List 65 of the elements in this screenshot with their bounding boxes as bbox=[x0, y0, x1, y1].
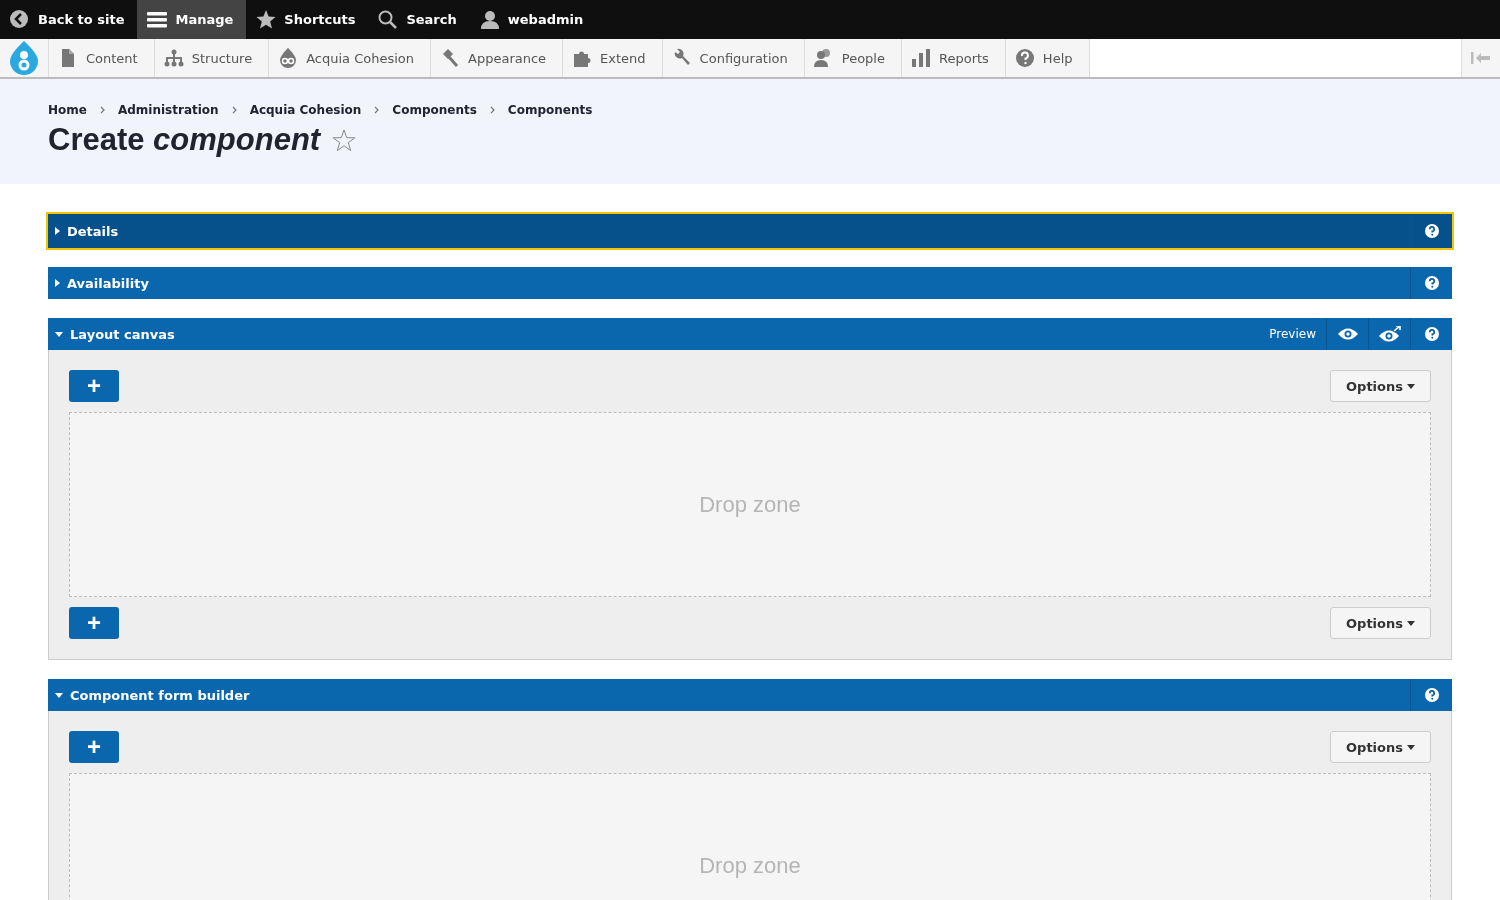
add-button[interactable]: + bbox=[69, 731, 119, 763]
bar-chart-icon bbox=[911, 48, 931, 68]
menu-link[interactable]: Appearance bbox=[431, 39, 564, 77]
section-header[interactable]: Availability bbox=[48, 267, 1452, 299]
breadcrumb-link[interactable]: Administration bbox=[117, 103, 219, 117]
section-header[interactable]: Details bbox=[48, 214, 1452, 248]
chevron-icon bbox=[99, 106, 105, 114]
toolbar-tab[interactable]: Back to site bbox=[0, 0, 138, 39]
breadcrumb-link[interactable]: Components bbox=[507, 103, 593, 117]
caret-right-icon bbox=[55, 227, 60, 235]
back-icon bbox=[10, 9, 30, 30]
section-title: Availability bbox=[67, 275, 149, 291]
section-title: Details bbox=[67, 223, 119, 239]
help-icon[interactable] bbox=[1424, 327, 1439, 341]
drop-logo-icon[interactable] bbox=[9, 41, 39, 75]
help-icon[interactable] bbox=[1424, 688, 1439, 702]
section-title: Component form builder bbox=[70, 687, 250, 703]
caret-icon bbox=[1407, 620, 1415, 626]
toolbar-tab[interactable]: Manage bbox=[137, 0, 247, 39]
section-header[interactable]: Component form builder bbox=[48, 679, 1452, 711]
help-icon bbox=[1014, 48, 1035, 68]
menu-link[interactable]: Acquia Cohesion bbox=[269, 39, 432, 77]
preview-label: Preview bbox=[1268, 326, 1317, 343]
chevron-icon bbox=[489, 106, 495, 114]
menu-link[interactable]: Configuration bbox=[662, 39, 805, 77]
caret-icon bbox=[1407, 744, 1415, 750]
chevron-icon bbox=[231, 106, 237, 114]
caret-down-icon bbox=[55, 692, 63, 698]
add-button[interactable]: + bbox=[69, 607, 119, 639]
help-icon[interactable] bbox=[1424, 276, 1439, 290]
menu-link[interactable]: People bbox=[804, 39, 902, 77]
caret-right-icon bbox=[55, 279, 60, 287]
drop-zone-label: Drop zone bbox=[699, 852, 801, 879]
menu-link[interactable]: Help bbox=[1005, 39, 1090, 77]
star-icon bbox=[256, 9, 277, 30]
star-icon[interactable] bbox=[332, 128, 357, 152]
drop-zone-label: Drop zone bbox=[699, 491, 801, 518]
menu-link[interactable]: Structure bbox=[154, 39, 270, 77]
hierarchy-icon bbox=[163, 48, 184, 68]
menu-link[interactable]: Reports bbox=[902, 39, 1006, 77]
help-icon[interactable] bbox=[1424, 224, 1439, 238]
toolbar-tab[interactable]: Shortcuts bbox=[246, 0, 369, 39]
menu-link[interactable]: Extend bbox=[563, 39, 663, 77]
menu-icon bbox=[147, 9, 168, 30]
chevron-icon bbox=[374, 106, 380, 114]
add-button[interactable]: + bbox=[69, 370, 119, 402]
menu-link[interactable]: Content bbox=[49, 39, 155, 77]
toolbar-tab[interactable]: Search bbox=[368, 0, 470, 39]
breadcrumb-link[interactable]: Components bbox=[392, 103, 477, 117]
drop-icon bbox=[278, 48, 299, 68]
breadcrumb-link[interactable]: Home bbox=[48, 103, 87, 117]
breadcrumb-link[interactable]: Acquia Cohesion bbox=[249, 103, 362, 117]
user-icon bbox=[479, 9, 500, 30]
caret-icon bbox=[1407, 383, 1415, 389]
page-title: Create component bbox=[48, 122, 321, 158]
options-dropdown[interactable]: Options bbox=[1330, 731, 1431, 763]
section-title: Layout canvas bbox=[70, 326, 175, 342]
options-dropdown[interactable]: Options bbox=[1330, 607, 1431, 639]
eye-icon[interactable] bbox=[1337, 327, 1358, 341]
options-dropdown[interactable]: Options bbox=[1330, 370, 1431, 402]
eye-arrow-icon[interactable] bbox=[1378, 325, 1401, 343]
search-icon bbox=[378, 9, 399, 30]
caret-down-icon bbox=[55, 331, 63, 337]
section-header[interactable]: Layout canvas Preview bbox=[48, 318, 1452, 350]
toolbar-tab[interactable]: webadmin bbox=[469, 0, 597, 39]
